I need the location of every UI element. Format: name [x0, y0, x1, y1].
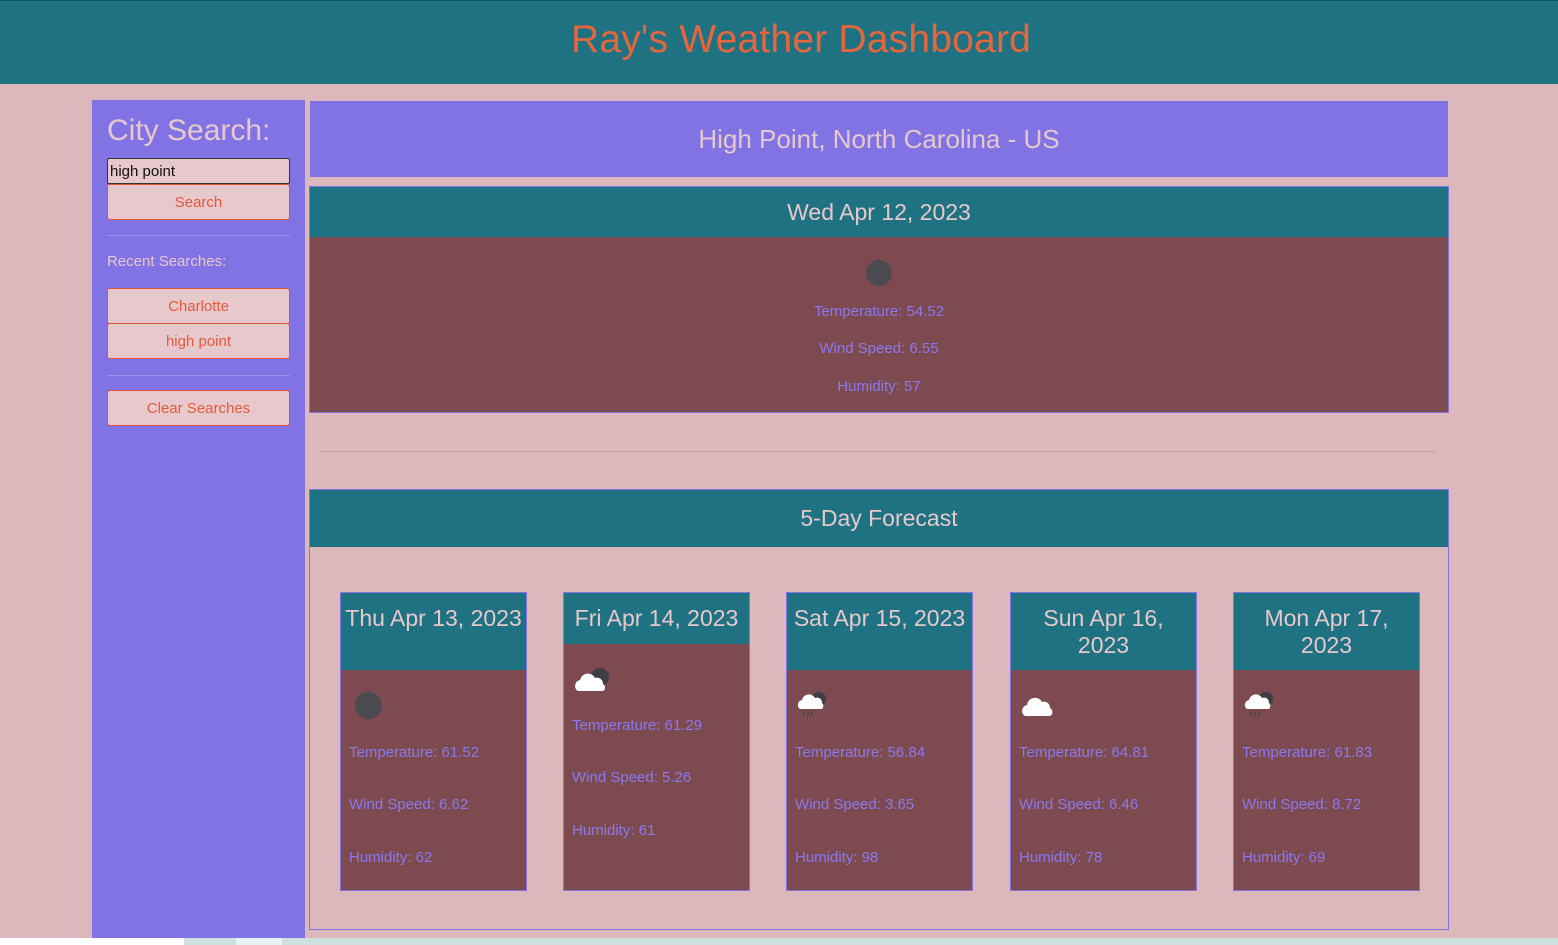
forecast-card: Thu Apr 13, 2023 Temperature: 61.52 Wind… [340, 592, 527, 891]
forecast-date: Sat Apr 15, 2023 [787, 593, 972, 670]
search-button[interactable]: Search [107, 184, 290, 220]
current-temperature: Temperature: 54.52 [813, 303, 945, 320]
rain-night-icon [1242, 689, 1278, 724]
forecast-card: Sun Apr 16, 2023 Temperature: 64.81 Wind… [1010, 592, 1197, 891]
section-divider [320, 451, 1437, 452]
forecast-humidity: Humidity: 69 [1242, 849, 1326, 866]
sidebar-divider [107, 375, 290, 376]
sidebar-divider [107, 235, 290, 236]
rain-night-icon [795, 689, 831, 724]
app-header: Ray's Weather Dashboard [0, 0, 1558, 84]
city-name: High Point, North Carolina - US [698, 123, 1060, 154]
current-wind-speed: Wind Speed: 6.55 [819, 340, 939, 357]
forecast-heading: 5-Day Forecast [310, 490, 1448, 547]
search-sidebar: City Search: Search Recent Searches: Cha… [92, 100, 305, 938]
recent-search-charlotte[interactable]: Charlotte [107, 288, 290, 324]
moon-icon [866, 260, 892, 286]
taskbar-segment [236, 938, 282, 945]
forecast-wind-speed: Wind Speed: 6.46 [1019, 796, 1139, 813]
taskbar-segment [0, 938, 184, 945]
forecast-temperature: Temperature: 56.84 [795, 744, 926, 761]
forecast-date: Fri Apr 14, 2023 [564, 593, 749, 644]
forecast-humidity: Humidity: 78 [1019, 849, 1103, 866]
forecast-temperature: Temperature: 61.83 [1242, 744, 1373, 761]
forecast-temperature: Temperature: 61.52 [349, 744, 480, 761]
forecast-wind-speed: Wind Speed: 8.72 [1242, 796, 1362, 813]
forecast-wind-speed: Wind Speed: 3.65 [795, 796, 915, 813]
forecast-humidity: Humidity: 98 [795, 849, 879, 866]
current-weather-card: Wed Apr 12, 2023 Temperature: 54.52 Wind… [309, 186, 1449, 413]
forecast-temperature: Temperature: 61.29 [572, 717, 703, 734]
forecast-humidity: Humidity: 62 [349, 849, 433, 866]
five-day-forecast: 5-Day Forecast Thu Apr 13, 2023 Temperat… [309, 489, 1449, 930]
city-search-input[interactable] [107, 158, 290, 184]
forecast-date: Sun Apr 16, 2023 [1011, 593, 1196, 670]
recent-searches-label: Recent Searches: [107, 253, 227, 270]
os-taskbar [0, 938, 1558, 945]
forecast-card: Sat Apr 15, 2023 Temperature: 56.84 Wind… [786, 592, 973, 891]
cloudy-night-icon [572, 665, 614, 700]
forecast-wind-speed: Wind Speed: 6.62 [349, 796, 469, 813]
forecast-card: Mon Apr 17, 2023 Temperature: 61.83 Wind… [1233, 592, 1420, 891]
forecast-humidity: Humidity: 61 [572, 822, 656, 839]
forecast-date: Thu Apr 13, 2023 [341, 593, 526, 670]
forecast-temperature: Temperature: 64.81 [1019, 744, 1150, 761]
city-name-banner: High Point, North Carolina - US [310, 101, 1448, 177]
moon-icon [355, 692, 382, 719]
forecast-wind-speed: Wind Speed: 5.26 [572, 769, 692, 786]
forecast-card: Fri Apr 14, 2023 Temperature: 61.29 Wind… [563, 592, 750, 891]
city-search-heading: City Search: [107, 114, 271, 147]
current-humidity: Humidity: 57 [837, 378, 921, 395]
clear-searches-button[interactable]: Clear Searches [107, 390, 290, 426]
cloud-icon [1019, 694, 1059, 723]
forecast-date: Mon Apr 17, 2023 [1234, 593, 1419, 670]
page-title: Ray's Weather Dashboard [570, 17, 1032, 61]
current-date: Wed Apr 12, 2023 [310, 187, 1448, 237]
recent-search-high-point[interactable]: high point [107, 323, 290, 359]
